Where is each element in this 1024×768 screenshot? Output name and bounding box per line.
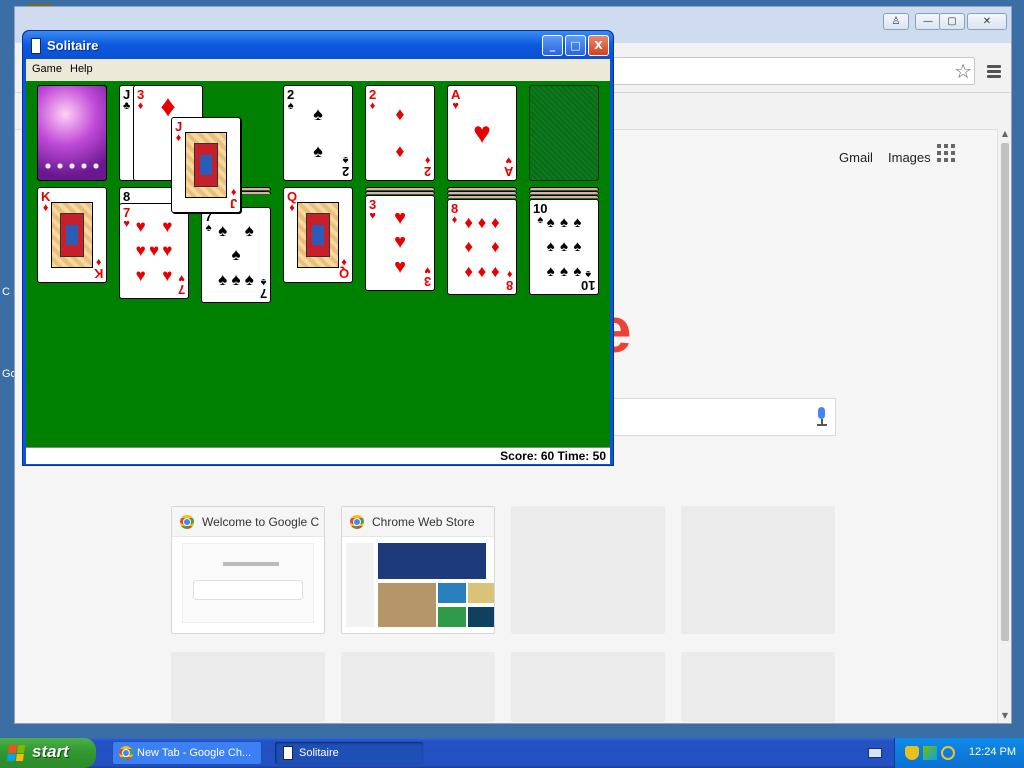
- empty-tile: [511, 652, 665, 722]
- network-icon[interactable]: [923, 746, 937, 760]
- foundation-pile[interactable]: 2 ♦ ♦ ♦ 2 ♦: [365, 85, 435, 181]
- scroll-up-arrow-icon[interactable]: ▲: [998, 129, 1012, 141]
- empty-tile: [171, 652, 325, 722]
- chrome-minimize-button[interactable]: —: [915, 13, 941, 30]
- tableau-stack-edge: [365, 187, 435, 190]
- close-button[interactable]: X: [588, 35, 609, 56]
- desktop-label: C: [2, 286, 10, 298]
- most-visited-tile[interactable]: Chrome Web Store: [341, 506, 495, 634]
- tableau-card[interactable]: K ♦ K ♦: [37, 187, 107, 283]
- chrome-web-store-favicon-icon: [350, 514, 364, 529]
- empty-tile: [341, 652, 495, 722]
- tableau-stack-edge: [365, 191, 435, 194]
- empty-tile: [681, 506, 835, 634]
- solitaire-window: Solitaire _ □ X Game Help J ♣ 3 ♦ ♦ 2 ♠ ♠ ♠ …: [22, 30, 614, 466]
- chrome-icon: [119, 746, 133, 760]
- jack-face-icon: [185, 132, 227, 198]
- king-face-icon: [51, 202, 93, 268]
- window-title: Solitaire: [47, 38, 99, 53]
- dragged-card[interactable]: J ♦ J ♦: [171, 117, 241, 213]
- clock[interactable]: 12:24 PM: [969, 746, 1016, 758]
- score-time-status: Score: 60 Time: 50: [500, 449, 606, 463]
- menu-help[interactable]: Help: [70, 63, 93, 75]
- maximize-button[interactable]: □: [565, 35, 586, 56]
- bookmark-star-icon[interactable]: ☆: [954, 60, 972, 82]
- microphone-icon[interactable]: [815, 407, 827, 427]
- google-search-box[interactable]: [600, 398, 836, 436]
- tableau-stack-edge: [529, 187, 599, 190]
- chrome-close-button[interactable]: ✕: [967, 13, 1007, 30]
- page-scrollbar[interactable]: ▲ ▼: [997, 129, 1011, 723]
- tile-thumbnail: [182, 543, 314, 623]
- chrome-maximize-button[interactable]: ▢: [939, 13, 965, 30]
- address-bar[interactable]: ☆: [575, 57, 975, 85]
- chrome-favicon-icon: [180, 514, 194, 529]
- security-shield-icon[interactable]: [905, 746, 919, 760]
- taskbar-solitaire-button[interactable]: Solitaire: [274, 741, 424, 765]
- tableau-card[interactable]: 8 ♦ ♦ ♦ ♦ ♦ ♦ ♦ ♦ ♦ 8 ♦: [447, 199, 517, 295]
- foundation-empty-slot[interactable]: [529, 85, 599, 181]
- stock-pile[interactable]: [37, 85, 107, 181]
- solitaire-titlebar[interactable]: Solitaire _ □ X: [23, 31, 613, 61]
- tableau-card[interactable]: 10 ♠ ♠ ♠ ♠ ♠ ♠ ♠ ♠ ♠ ♠ 10 ♠: [529, 199, 599, 295]
- status-bar: Score: 60 Time: 50: [26, 447, 610, 464]
- tableau-stack-edge: [447, 187, 517, 190]
- tile-title: Welcome to Google C: [202, 514, 320, 529]
- tableau-card[interactable]: 3 ♥ ♥ ♥ ♥ 3 ♥: [365, 195, 435, 291]
- tableau-card[interactable]: Q ♦ Q ♦: [283, 187, 353, 283]
- tableau-card[interactable]: 7 ♠ ♠ ♠ ♠ ♠ ♠ ♠ 7 ♠: [201, 207, 271, 303]
- apps-grid-icon[interactable]: [937, 144, 955, 162]
- solitaire-app-icon[interactable]: [31, 38, 41, 54]
- tableau-stack-edge: [529, 195, 599, 198]
- tableau-card[interactable]: 7 ♥ ♥ ♥ ♥ ♥ ♥ ♥ ♥ 7 ♥: [119, 203, 189, 299]
- scroll-down-arrow-icon[interactable]: ▼: [998, 711, 1012, 723]
- windows-logo-icon: [6, 745, 26, 761]
- queen-face-icon: [297, 202, 339, 268]
- system-tray: 12:24 PM: [894, 738, 1024, 768]
- tableau-stack-edge: [529, 191, 599, 194]
- tableau-stack-edge: [447, 191, 517, 194]
- start-button[interactable]: start: [0, 738, 96, 768]
- tile-thumbnail: [346, 543, 494, 627]
- gmail-link[interactable]: Gmail: [839, 150, 873, 165]
- empty-tile: [681, 652, 835, 722]
- tile-title: Chrome Web Store: [372, 514, 475, 529]
- most-visited-tile[interactable]: Welcome to Google C: [171, 506, 325, 634]
- profile-button[interactable]: ♙: [883, 13, 909, 30]
- scroll-thumb[interactable]: [1001, 143, 1009, 641]
- images-link[interactable]: Images: [888, 150, 931, 165]
- taskbar-chrome-button[interactable]: New Tab - Google Ch...: [112, 741, 262, 765]
- chrome-menu-icon[interactable]: [987, 65, 1001, 80]
- minimize-button[interactable]: _: [542, 35, 563, 56]
- search-icon[interactable]: [941, 746, 955, 760]
- empty-tile: [511, 506, 665, 634]
- menu-bar: Game Help: [26, 59, 610, 81]
- foundation-pile[interactable]: 2 ♠ ♠ ♠ 2 ♠: [283, 85, 353, 181]
- foundation-pile[interactable]: A ♥ ♥ A ♥: [447, 85, 517, 181]
- menu-game[interactable]: Game: [32, 63, 62, 75]
- solitaire-icon: [283, 746, 293, 760]
- tableau-stack-edge: [447, 195, 517, 198]
- keyboard-icon[interactable]: [868, 748, 882, 758]
- game-table: J ♣ 3 ♦ ♦ 2 ♠ ♠ ♠ 2 ♠ 2 ♦ ♦ ♦ 2 ♦ A ♥ ♥ A ♥ K ♦ K ♦: [26, 81, 610, 447]
